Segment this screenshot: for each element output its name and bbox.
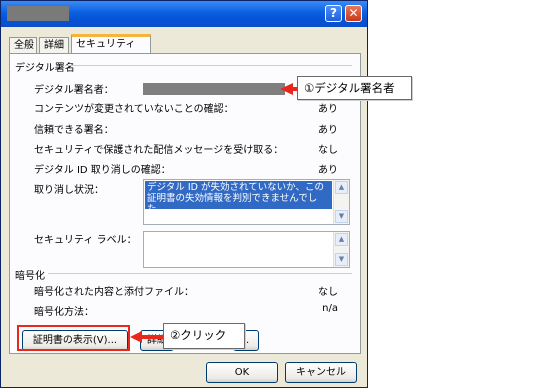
annotation-arrows [130,83,298,343]
signer-arrow-icon [280,83,293,95]
signer-callout: ①デジタル署名者 [297,76,412,100]
click-arrow-stem [141,335,165,339]
click-arrow-icon [130,331,142,343]
click-callout: ②クリック [163,323,245,349]
